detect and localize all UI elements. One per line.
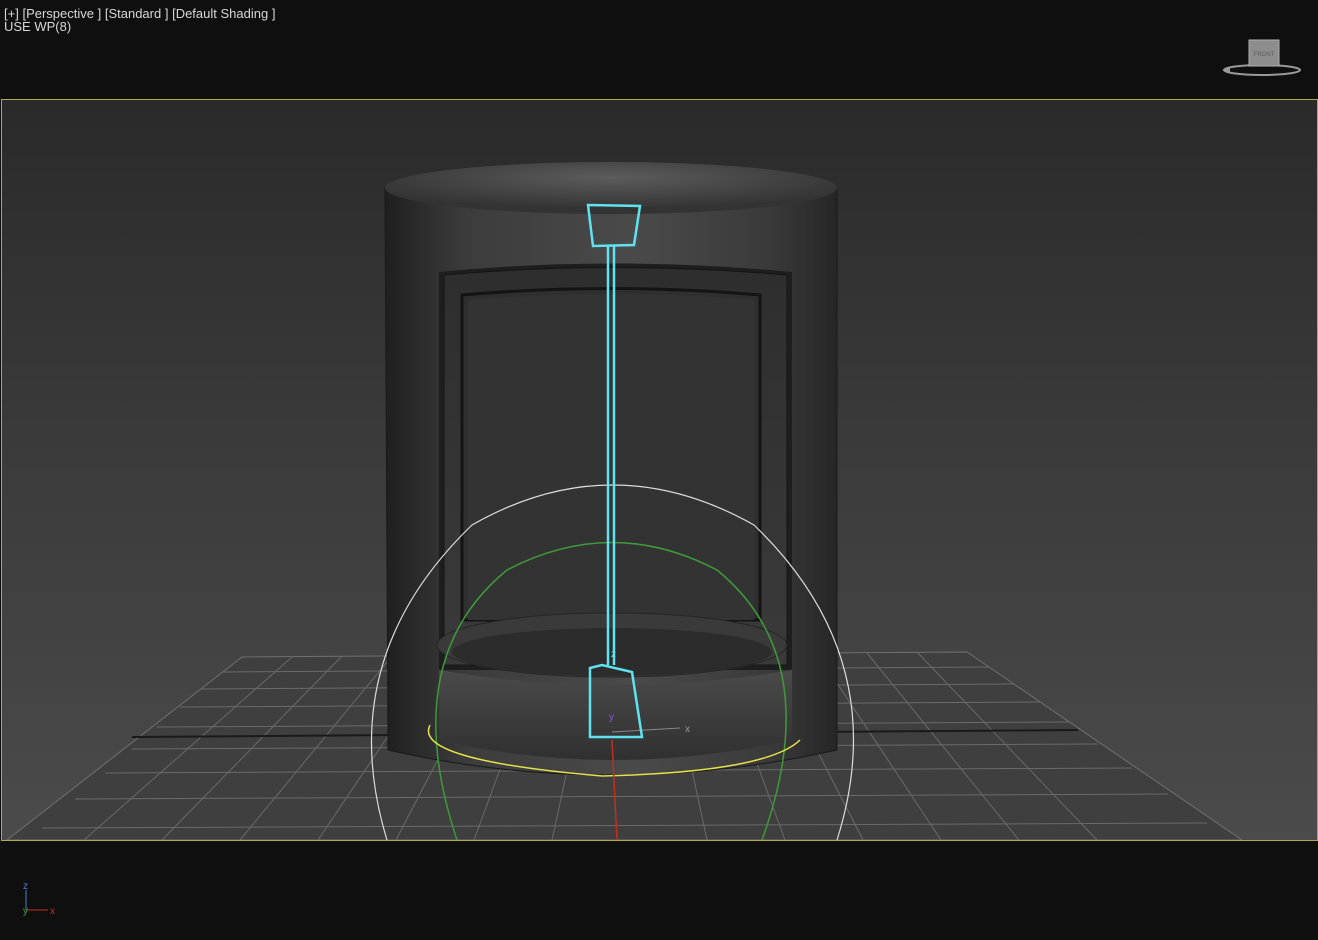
perspective-viewport[interactable]: z x y — [1, 99, 1318, 841]
tripod-x-label: x — [50, 906, 55, 917]
axis-tripod: z y x — [23, 881, 55, 917]
cylinder-enclosure[interactable] — [384, 162, 838, 776]
viewcube[interactable]: FRONT — [1220, 38, 1304, 80]
gizmo-x-label: x — [685, 724, 690, 735]
tripod-z-label: z — [23, 881, 28, 892]
viewcube-face-label: FRONT — [1254, 52, 1275, 58]
tripod-y-label: y — [23, 906, 28, 917]
gizmo-z-label: z — [611, 649, 616, 660]
viewport-mode-menu[interactable]: [Standard ] — [105, 6, 169, 21]
workplane-status: USE WP(8) — [4, 19, 72, 34]
viewport-shading-menu[interactable]: [Default Shading ] — [172, 6, 275, 21]
gizmo-y-label: y — [609, 712, 614, 723]
scene-canvas[interactable]: z x y — [2, 100, 1317, 840]
